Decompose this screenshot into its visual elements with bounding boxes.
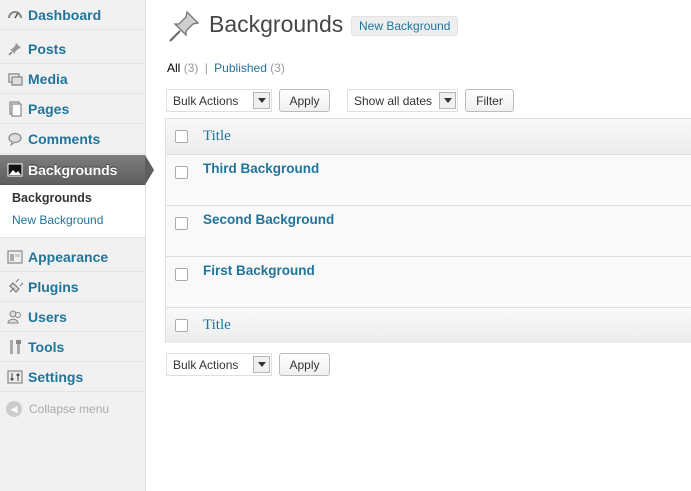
date-filter-select[interactable]: Show all dates: [347, 89, 458, 112]
media-icon: [0, 71, 28, 87]
image-icon: [0, 162, 28, 178]
menu-label: Settings: [28, 368, 84, 385]
page-title: Backgrounds: [209, 11, 344, 37]
menu-label: Users: [28, 308, 67, 325]
table-header: Title: [166, 119, 691, 155]
plugin-icon: [0, 278, 28, 295]
menu-item-backgrounds[interactable]: Backgrounds: [0, 155, 154, 185]
bulk-actions-select-bottom[interactable]: Bulk Actions: [166, 353, 272, 376]
row-checkbox[interactable]: [175, 268, 188, 281]
menu-item-settings[interactable]: Settings: [0, 362, 145, 392]
menu-label: Pages: [28, 100, 70, 117]
chevron-down-icon: [253, 356, 270, 373]
table-row: Third Background: [166, 155, 691, 206]
submenu-item-new-background[interactable]: New Background: [12, 213, 103, 227]
row-title-link[interactable]: Third Background: [203, 161, 319, 176]
filter-all-link[interactable]: All: [167, 61, 180, 75]
menu-item-posts[interactable]: Posts: [0, 34, 145, 64]
menu-label: Posts: [28, 40, 67, 57]
date-filter-value: Show all dates: [354, 93, 433, 108]
row-title-link[interactable]: First Background: [203, 263, 315, 278]
bulk-actions-value: Bulk Actions: [173, 357, 239, 372]
pushpin-icon: [167, 10, 201, 44]
table-row: Second Background: [166, 206, 691, 257]
pin-icon: [0, 41, 28, 57]
menu-item-users[interactable]: Users: [0, 302, 145, 332]
row-title-link[interactable]: Second Background: [203, 212, 334, 227]
dashboard-icon: [0, 7, 28, 23]
apply-button-bottom[interactable]: Apply: [279, 353, 330, 376]
menu-item-dashboard[interactable]: Dashboard: [0, 0, 145, 30]
menu-label: Backgrounds: [28, 161, 118, 178]
filter-published-link[interactable]: Published: [214, 61, 267, 75]
bulk-actions-value: Bulk Actions: [173, 93, 239, 108]
bulk-actions-select-top[interactable]: Bulk Actions: [166, 89, 272, 112]
menu-item-pages[interactable]: Pages: [0, 94, 145, 124]
menu-item-comments[interactable]: Comments: [0, 124, 145, 154]
backgrounds-table: Title Third Background Second Background…: [165, 118, 691, 343]
menu-label: Tools: [28, 338, 65, 355]
table-footer: Title: [166, 307, 691, 343]
comment-icon: [0, 131, 28, 147]
status-filter-links: All (3) | Published (3): [167, 61, 285, 75]
tools-icon: [0, 339, 28, 355]
add-new-background-button[interactable]: New Background: [351, 16, 459, 36]
collapse-arrow-icon: ◀: [6, 401, 22, 417]
filter-all-count: (3): [183, 61, 199, 75]
menu-label: Plugins: [28, 278, 79, 295]
chevron-down-icon: [439, 92, 456, 109]
menu-label: Media: [28, 70, 68, 87]
collapse-label: Collapse menu: [29, 402, 110, 416]
column-header-title[interactable]: Title: [203, 128, 231, 145]
menu-label: Comments: [28, 130, 101, 147]
collapse-menu-button[interactable]: ◀ Collapse menu: [6, 401, 109, 417]
filter-button[interactable]: Filter: [465, 89, 514, 112]
menu-item-plugins[interactable]: Plugins: [0, 272, 145, 302]
row-checkbox[interactable]: [175, 217, 188, 230]
menu-label: Appearance: [28, 248, 109, 265]
table-row: First Background: [166, 257, 691, 308]
users-icon: [0, 309, 28, 325]
select-all-checkbox-bottom[interactable]: [175, 319, 188, 332]
admin-sidebar: Dashboard Posts Media Pages Comments Bac…: [0, 0, 154, 491]
filter-separator: |: [204, 61, 208, 75]
appearance-icon: [0, 249, 28, 265]
pages-icon: [0, 100, 28, 117]
select-all-checkbox[interactable]: [175, 130, 188, 143]
submenu-item-backgrounds[interactable]: Backgrounds: [12, 191, 92, 205]
menu-label: Dashboard: [28, 6, 102, 23]
menu-item-media[interactable]: Media: [0, 64, 145, 94]
menu-item-appearance[interactable]: Appearance: [0, 242, 145, 272]
column-footer-title[interactable]: Title: [203, 317, 231, 334]
filter-published-count: (3): [270, 61, 285, 75]
row-checkbox[interactable]: [175, 166, 188, 179]
backgrounds-submenu: Backgrounds New Background: [0, 185, 145, 238]
menu-item-tools[interactable]: Tools: [0, 332, 145, 362]
main-content: Backgrounds New Background All (3) | Pub…: [147, 0, 691, 491]
settings-icon: [0, 369, 28, 385]
chevron-down-icon: [253, 92, 270, 109]
apply-button-top[interactable]: Apply: [279, 89, 330, 112]
